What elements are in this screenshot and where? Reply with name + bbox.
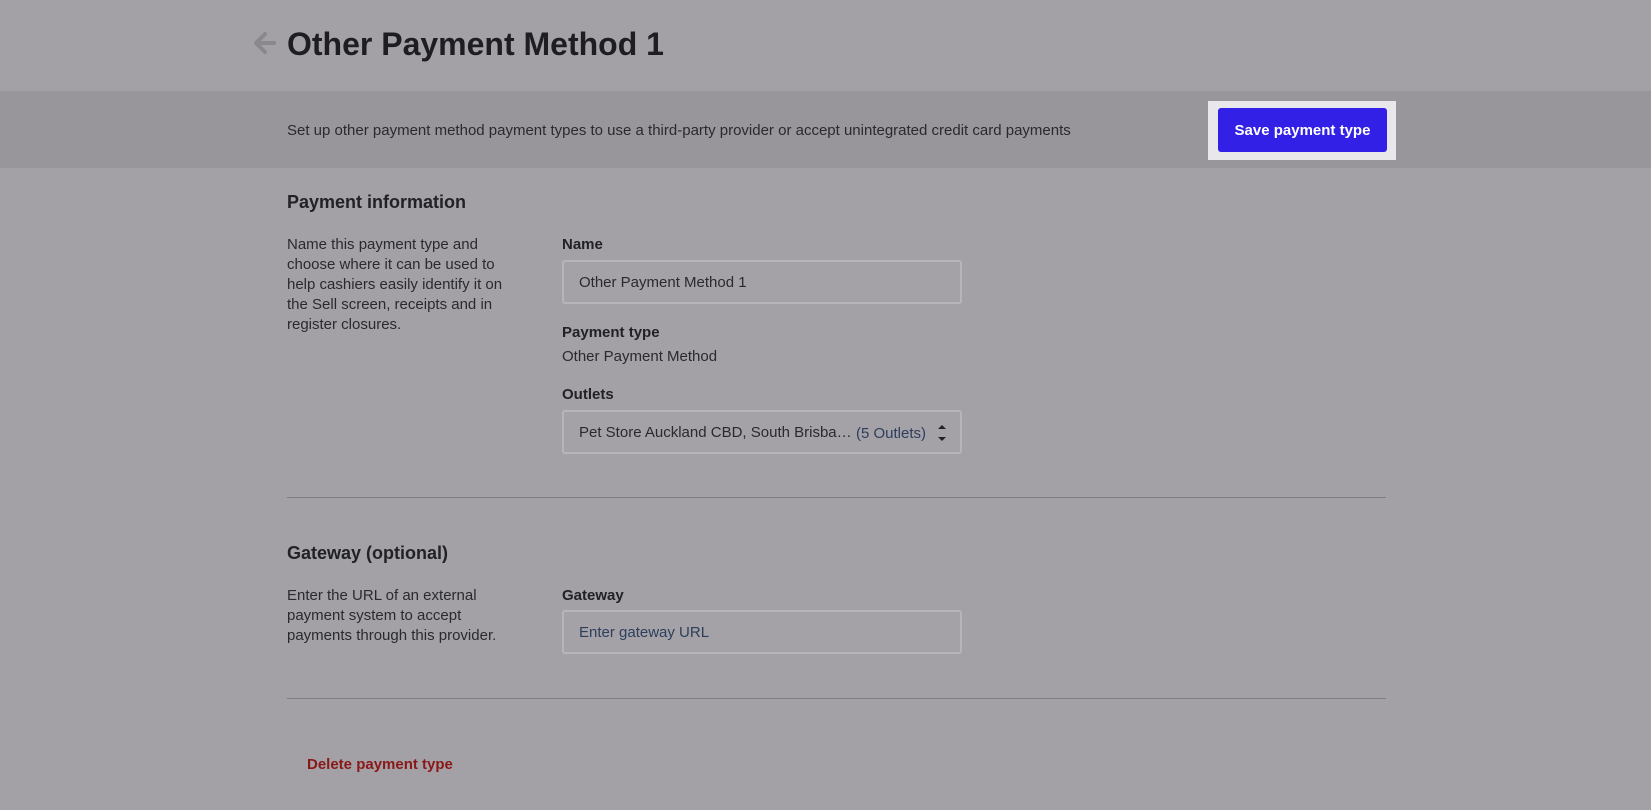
delete-payment-type-button[interactable]: Delete payment type xyxy=(307,756,453,773)
page-title: Other Payment Method 1 xyxy=(287,26,664,62)
gateway-description: Enter the URL of an external payment sys… xyxy=(287,587,497,644)
outlets-count: (5 Outlets) xyxy=(856,425,927,442)
name-label: Name xyxy=(562,236,603,253)
page-header: Other Payment Method 1 xyxy=(0,0,1651,91)
section-divider xyxy=(287,497,1386,498)
chevron-up-down-icon xyxy=(938,425,946,441)
outlets-label: Outlets xyxy=(562,386,614,403)
section-title-gateway: Gateway (optional) xyxy=(287,543,449,563)
section-title-payment-information: Payment information xyxy=(287,192,467,212)
gateway-label: Gateway xyxy=(562,587,624,604)
payment-type-label: Payment type xyxy=(562,324,660,341)
save-payment-type-button[interactable]: Save payment type xyxy=(1218,108,1387,152)
payment-type-value: Other Payment Method xyxy=(562,348,718,365)
outlets-selected-value: Pet Store Auckland CBD, South Brisbane, … xyxy=(579,424,854,441)
arrow-left-icon[interactable] xyxy=(251,30,277,56)
payment-information-description: Name this payment type and choose where … xyxy=(287,236,503,333)
outlets-select[interactable]: Pet Store Auckland CBD, South Brisbane, … xyxy=(562,410,962,454)
section-divider xyxy=(287,698,1386,699)
name-input[interactable] xyxy=(562,260,962,304)
gateway-url-input[interactable] xyxy=(562,610,962,654)
banner-text: Set up other payment method payment type… xyxy=(287,122,1071,139)
